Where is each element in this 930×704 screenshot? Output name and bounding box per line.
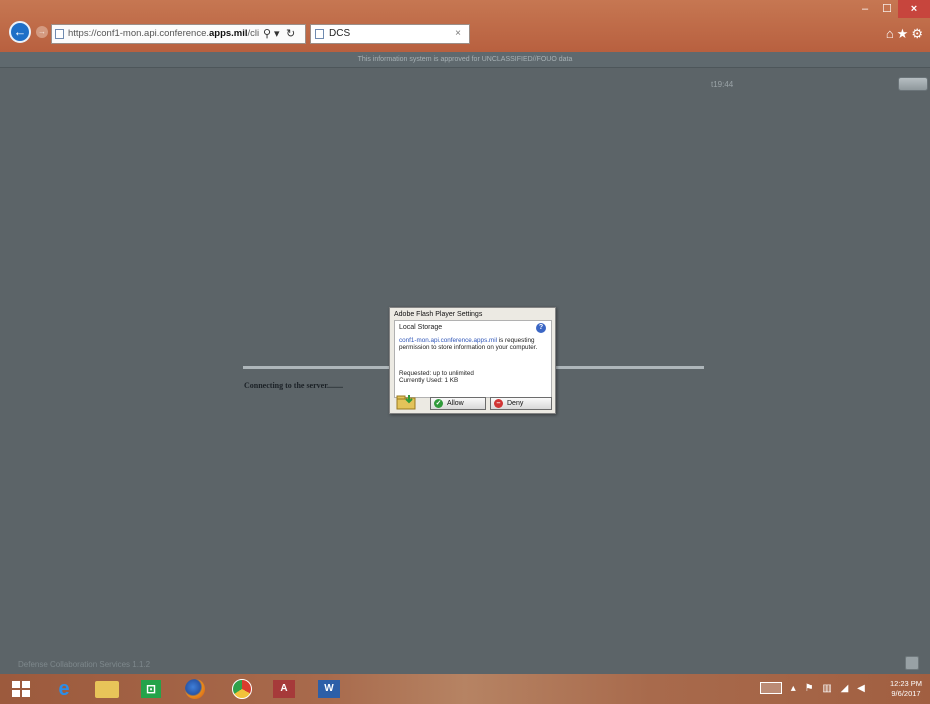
close-window-icon[interactable]: × — [898, 0, 930, 18]
page-icon — [315, 29, 324, 39]
requested-storage: Requested: up to unlimited — [399, 370, 474, 377]
system-tray: ▴ ⚑ ▥ ◢ ◀ — [760, 682, 871, 698]
dialog-title: Adobe Flash Player Settings — [394, 311, 483, 318]
permission-message: conf1-mon.api.conference.apps.mil is req… — [399, 337, 538, 351]
clock[interactable]: 12:23 PM 9/6/2017 — [883, 679, 929, 699]
search-icon[interactable]: ⚲ — [263, 25, 271, 43]
word-icon[interactable]: W — [318, 680, 340, 698]
browser-chrome: ← → https://conf1-mon.api.conference.app… — [0, 0, 930, 52]
clock-time: 12:23 PM — [889, 679, 923, 688]
chrome-icon[interactable] — [232, 679, 252, 699]
minimize-icon[interactable]: – — [854, 0, 876, 18]
address-url: https://conf1-mon.api.conference.apps.mi… — [68, 28, 260, 39]
network-icon[interactable]: ▥ — [822, 683, 831, 694]
signal-icon[interactable]: ◢ — [841, 683, 849, 694]
keyboard-icon[interactable] — [760, 682, 782, 694]
page-icon — [55, 29, 64, 39]
tab-dcs[interactable]: DCS × — [310, 24, 470, 44]
store-icon[interactable]: ⊡ — [141, 680, 161, 698]
flag-icon[interactable]: ⚑ — [805, 683, 814, 694]
windows-start-icon[interactable] — [12, 681, 30, 697]
taskbar: e ⊡ A W ▴ ⚑ ▥ ◢ ◀ 12:23 PM 9/6/2017 — [0, 674, 930, 704]
menu-button[interactable] — [898, 77, 928, 91]
forward-button[interactable]: → — [36, 26, 48, 38]
classification-banner: This information system is approved for … — [0, 52, 930, 68]
flash-settings-dialog: Adobe Flash Player Settings Local Storag… — [389, 307, 556, 414]
chevron-down-icon[interactable]: ▾ — [274, 25, 280, 43]
chevron-up-icon[interactable]: ▴ — [791, 683, 796, 694]
maximize-icon[interactable]: ☐ — [876, 0, 898, 18]
session-timer: t19:44 — [711, 80, 734, 89]
internet-explorer-icon[interactable]: e — [51, 678, 77, 700]
deny-button[interactable]: – Deny — [490, 397, 552, 410]
tab-title: DCS — [329, 28, 351, 39]
check-icon: ✓ — [434, 399, 443, 408]
minus-icon: – — [494, 399, 503, 408]
window-controls: – ☐ × — [854, 0, 930, 20]
currently-used-storage: Currently Used: 1 KB — [399, 377, 459, 384]
back-button[interactable]: ← — [9, 21, 31, 43]
access-icon[interactable]: A — [273, 680, 295, 698]
connecting-status: Connecting to the server........ — [244, 381, 344, 390]
trash-icon[interactable] — [905, 656, 919, 670]
requesting-domain[interactable]: conf1-mon.api.conference.apps.mil — [399, 337, 497, 344]
address-bar[interactable]: https://conf1-mon.api.conference.apps.mi… — [51, 24, 306, 44]
clock-date: 9/6/2017 — [891, 689, 921, 698]
volume-icon[interactable]: ◀ — [857, 683, 865, 694]
firefox-icon[interactable] — [185, 679, 205, 699]
folder-storage-icon — [396, 395, 416, 410]
help-icon[interactable]: ? — [536, 323, 546, 333]
home-favorites-settings-icons[interactable]: ⌂★⚙ — [886, 26, 926, 42]
section-title: Local Storage — [399, 324, 443, 331]
refresh-icon[interactable]: ↻ — [286, 25, 295, 43]
dialog-panel: Local Storage ? conf1-mon.api.conference… — [394, 320, 552, 398]
app-version-footer: Defense Collaboration Services 1.1.2 — [18, 660, 151, 669]
allow-button[interactable]: ✓ Allow — [430, 397, 486, 410]
close-icon[interactable]: × — [455, 25, 461, 43]
file-explorer-icon[interactable] — [95, 681, 119, 698]
